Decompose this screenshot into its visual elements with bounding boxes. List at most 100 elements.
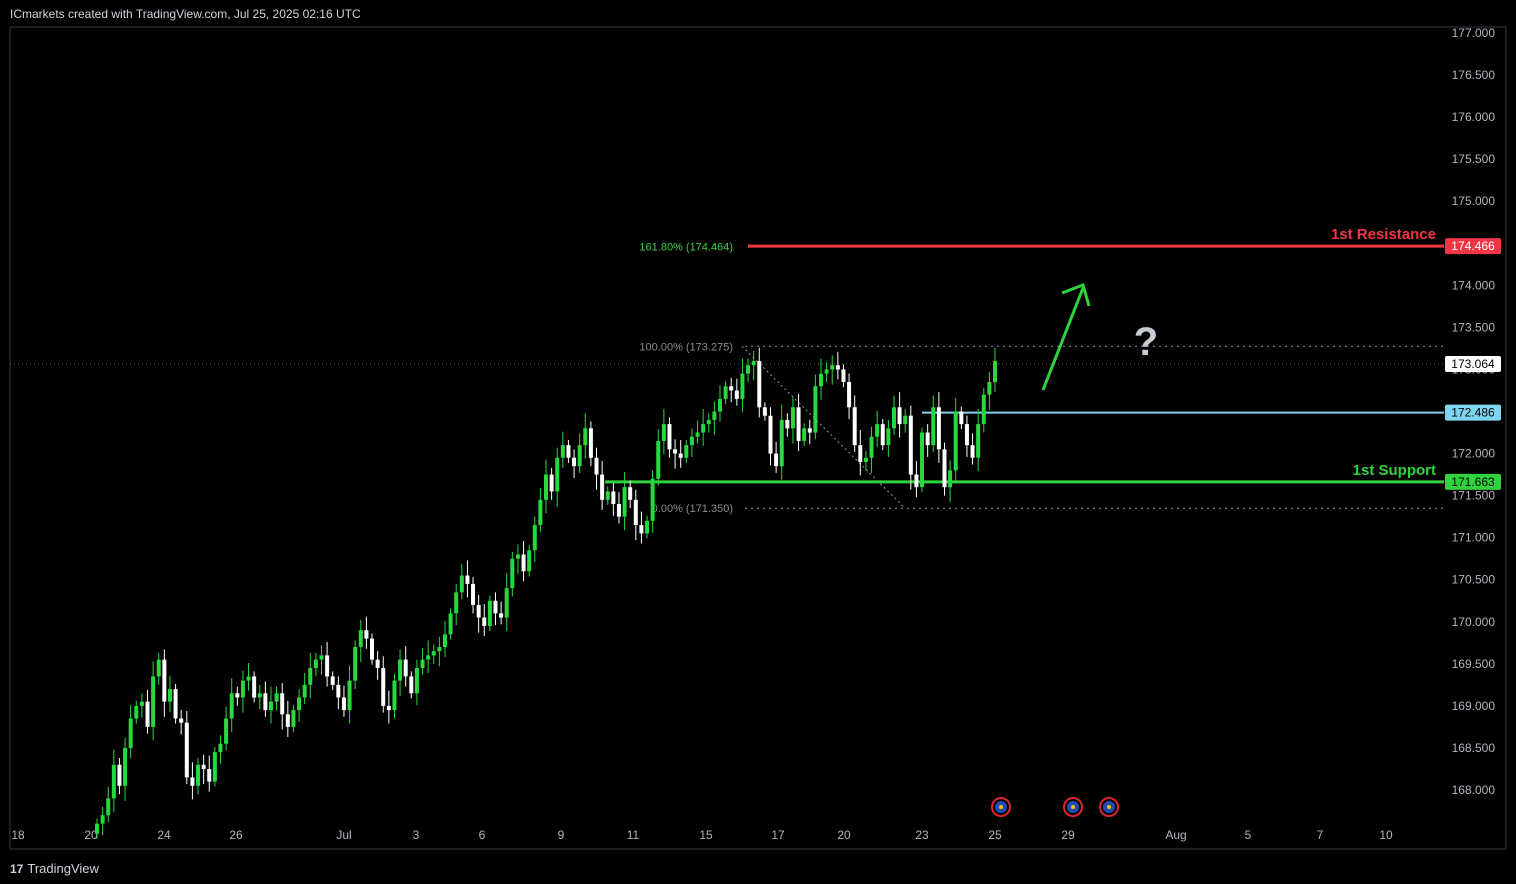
candle-body (796, 407, 801, 441)
candle-body (891, 407, 896, 429)
candle-body (482, 617, 487, 626)
candle-body (117, 764, 122, 786)
fib-level-label: 100.00% (173.275) (639, 341, 733, 353)
candle-body (156, 659, 161, 677)
candle-body (751, 361, 756, 366)
candle-body (959, 411, 964, 425)
candle-body (762, 407, 767, 416)
candle-body (936, 407, 941, 450)
current-price-label: 173.064 (1451, 357, 1495, 371)
tradingview-footer[interactable]: 17 TradingView (10, 861, 99, 876)
time-tick-label: 3 (413, 828, 420, 842)
candle-body (235, 693, 240, 698)
candle-body (678, 453, 683, 458)
candle-body (600, 474, 605, 500)
candle-body (403, 659, 408, 677)
candle-body (723, 386, 728, 399)
price-tick-label: 177.000 (1452, 26, 1496, 40)
candle-body (695, 432, 700, 437)
candle-body (712, 411, 717, 420)
candle-body (964, 424, 969, 446)
price-tick-label: 175.500 (1452, 152, 1496, 166)
price-tick-label: 171.500 (1452, 489, 1496, 503)
candle-body (953, 411, 958, 471)
time-axis: 18 20 24 26 Jul 3 6 9 11 15 17 20 23 25 29 Aug 5 7 10 (11, 828, 1393, 842)
event-icon[interactable] (1063, 797, 1083, 817)
candle-body (863, 457, 868, 462)
candle-body (903, 415, 908, 425)
candle-body (779, 419, 784, 467)
candle-body (431, 651, 436, 656)
candle-body (493, 600, 498, 614)
candle-body (151, 676, 156, 727)
candle-body (515, 554, 520, 559)
candle-body (336, 684, 341, 698)
candle-body (717, 398, 722, 412)
candle-body (285, 714, 290, 727)
candle-body (448, 613, 453, 635)
candle-body (297, 697, 302, 711)
time-tick-label: Aug (1165, 828, 1186, 842)
candle-body (347, 680, 352, 711)
candle-body (920, 432, 925, 488)
candle-body (532, 525, 537, 551)
candle-body (616, 504, 621, 517)
price-tick-label: 176.000 (1452, 110, 1496, 124)
price-chart[interactable]: 177.000176.500176.000175.500175.000174.5… (0, 0, 1516, 884)
time-tick-label: 23 (915, 828, 929, 842)
event-icon[interactable] (991, 797, 1011, 817)
price-tick-label: 175.000 (1452, 194, 1496, 208)
price-tick-label: 168.500 (1452, 741, 1496, 755)
candle-body (572, 457, 577, 467)
candle-body (701, 424, 706, 433)
candle-body (224, 718, 229, 744)
candle-body (645, 520, 650, 534)
candle-body (757, 361, 762, 408)
candle-body (706, 419, 711, 425)
candle-body (622, 487, 627, 517)
candle-body (549, 474, 554, 492)
chart-frame (9, 26, 1507, 850)
tradingview-brand: TradingView (27, 861, 99, 876)
candle-body (538, 499, 543, 526)
candle-body (207, 768, 212, 782)
candle-body (139, 701, 144, 706)
candle-body (897, 407, 902, 425)
time-tick-label: 15 (699, 828, 713, 842)
time-tick-label: 24 (157, 828, 171, 842)
candle-body (291, 710, 296, 727)
candle-body (740, 373, 745, 399)
candle-body (639, 525, 644, 534)
candle-body (240, 680, 245, 698)
candle-body (442, 634, 447, 648)
candle-body (588, 428, 593, 458)
price-tick-label: 174.000 (1452, 278, 1496, 292)
chart-annotations: ? (991, 283, 1158, 817)
resistance-level-name: 1st Resistance (1331, 226, 1436, 243)
candle-body (106, 798, 111, 816)
candle-body (577, 445, 582, 467)
candle-body (190, 777, 195, 786)
candle-body (847, 382, 852, 408)
support-level-name: 1st Support (1353, 462, 1436, 479)
fib-trend-line (741, 345, 906, 509)
up-arrow-head-icon (1061, 283, 1091, 307)
candle-body (813, 386, 818, 433)
time-tick-label: 6 (479, 828, 486, 842)
event-icon[interactable] (1099, 797, 1119, 817)
candle-body (785, 419, 790, 429)
candle-body (611, 491, 616, 505)
candle-body (689, 436, 694, 446)
candle-body (667, 424, 672, 450)
up-arrow-icon (1041, 287, 1085, 391)
resistance-price-label: 174.466 (1451, 239, 1495, 253)
candle-body (386, 705, 391, 711)
candle-body (325, 655, 330, 677)
candle-body (364, 630, 369, 639)
fib-level-label: 161.80% (174.464) (639, 241, 733, 253)
candle-body (746, 365, 751, 374)
candle-body (414, 668, 419, 694)
candle-body (437, 647, 442, 652)
candle-body (465, 575, 470, 584)
candle-body (476, 604, 481, 618)
